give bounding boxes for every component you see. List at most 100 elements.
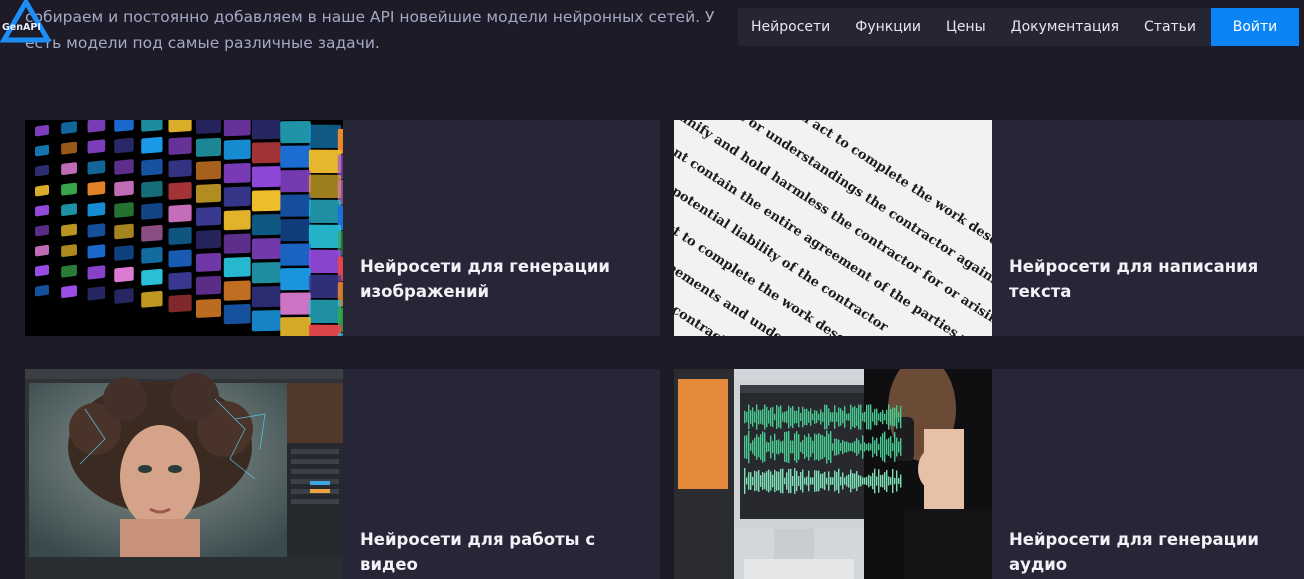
- nav-item-prices[interactable]: Цены: [933, 8, 998, 46]
- screen-tile: [141, 120, 163, 132]
- nav-item-documentation[interactable]: Документация: [998, 8, 1131, 46]
- screen-tile: [308, 174, 342, 199]
- waveform-bar: [760, 410, 762, 424]
- waveform-bar: [862, 435, 864, 459]
- waveform-bar: [848, 474, 850, 488]
- screen-tile: [35, 124, 49, 137]
- waveform-bar: [790, 407, 792, 427]
- intro-line-2: есть модели под самые различные задачи.: [25, 34, 380, 52]
- screen-tile: [280, 292, 311, 315]
- screen-tile: [87, 120, 106, 133]
- screen-tile: [223, 139, 251, 160]
- waveform-bar: [826, 430, 828, 464]
- waveform-bar: [866, 443, 868, 451]
- waveform-bar: [786, 431, 788, 463]
- waveform-bar: [794, 433, 796, 461]
- screen-tile: [114, 180, 134, 197]
- waveform-bar: [764, 432, 766, 462]
- screen-tile: [35, 204, 49, 217]
- screen-tile: [196, 137, 221, 157]
- waveform-bar: [886, 439, 888, 455]
- screen-tile: [223, 304, 251, 325]
- waveform-bar: [770, 471, 772, 491]
- waveform-bar: [816, 434, 818, 460]
- screen-tile: [141, 158, 163, 176]
- waveform-bar: [746, 435, 748, 459]
- waveform-bar: [878, 443, 880, 451]
- waveform-bar: [824, 436, 826, 458]
- waveform-bar: [798, 406, 800, 428]
- waveform-bar: [796, 431, 798, 463]
- card-title: Нейросети для работы с видео: [360, 530, 596, 574]
- intro-text: собираем и постоянно добавляем в наше AP…: [25, 4, 785, 56]
- login-button[interactable]: Войти: [1211, 8, 1299, 46]
- waveform-bar: [846, 441, 848, 453]
- genapi-logo[interactable]: GenAPI: [0, 0, 50, 44]
- waveform-bar: [754, 411, 756, 423]
- waveform-bar: [800, 442, 802, 452]
- waveform-bar: [872, 436, 874, 458]
- screen-tile: [61, 182, 77, 196]
- waveform-bar: [776, 471, 778, 491]
- screen-tile: [61, 244, 77, 258]
- waveform-bar: [842, 472, 844, 490]
- card-image-generation[interactable]: Нейросети для генерации изображений: [25, 120, 660, 336]
- waveform-bar: [750, 410, 752, 424]
- waveform-bar: [822, 412, 824, 422]
- waveform-bar: [780, 441, 782, 453]
- waveform-bar: [860, 475, 862, 487]
- waveform-bar: [870, 443, 872, 451]
- screen-tile: [87, 223, 106, 238]
- waveform-bar: [762, 472, 764, 490]
- waveform-bar: [770, 407, 772, 427]
- screens-wall-graphic: [35, 120, 343, 336]
- screen-tile: [114, 245, 134, 261]
- nav-item-neural-networks[interactable]: Нейросети: [738, 8, 843, 46]
- screen-tile: [114, 120, 134, 132]
- waveform-bar: [864, 442, 866, 452]
- waveform-bar: [874, 468, 876, 494]
- waveform-bar: [852, 407, 854, 427]
- screen-tile: [61, 203, 77, 217]
- screen-tile: [280, 145, 311, 168]
- waveform-bar: [838, 468, 840, 494]
- waveform-bar: [862, 412, 864, 422]
- waveform-bar: [884, 431, 886, 463]
- screen-tile: [114, 288, 134, 304]
- waveform-bar: [876, 476, 878, 486]
- waveform-bar: [744, 435, 746, 459]
- waveform-bar: [800, 472, 802, 490]
- waveform-bar: [816, 410, 818, 424]
- waveform-bar: [884, 413, 886, 421]
- nav-item-functions[interactable]: Функции: [843, 8, 934, 46]
- waveform-bar: [882, 433, 884, 461]
- screen-tile: [308, 299, 342, 324]
- waveform-bar: [804, 477, 806, 485]
- waveform-bar: [782, 412, 784, 422]
- waveform-bar: [778, 406, 780, 428]
- screen-tile: [168, 136, 192, 155]
- screen-tile: [114, 137, 134, 154]
- screen-tile: [251, 214, 281, 236]
- screen-tile: [251, 238, 281, 260]
- screen-tile: [308, 199, 342, 224]
- nav-item-articles[interactable]: Статьи: [1132, 8, 1209, 46]
- card-text-writing[interactable]: the parties shall act to complete the wo…: [674, 120, 1304, 336]
- screen-tile: [223, 210, 251, 231]
- waveform-bar: [810, 408, 812, 426]
- screen-tile: [280, 317, 311, 336]
- screen-tile: [251, 166, 281, 188]
- waveform-bar: [882, 474, 884, 488]
- card-audio[interactable]: Нейросети для генерации аудио: [674, 369, 1304, 579]
- waveform-bar: [796, 410, 798, 424]
- waveform-bar: [808, 470, 810, 492]
- screen-tile: [168, 159, 192, 178]
- screen-tile: [280, 219, 311, 242]
- screen-tile: [141, 180, 163, 198]
- waveform-bar: [762, 431, 764, 463]
- waveform-bar: [756, 404, 758, 430]
- card-video[interactable]: Нейросети для работы с видео: [25, 369, 660, 579]
- waveform-bar: [784, 411, 786, 423]
- waveform-bar: [754, 437, 756, 457]
- screen-tile: [196, 275, 221, 295]
